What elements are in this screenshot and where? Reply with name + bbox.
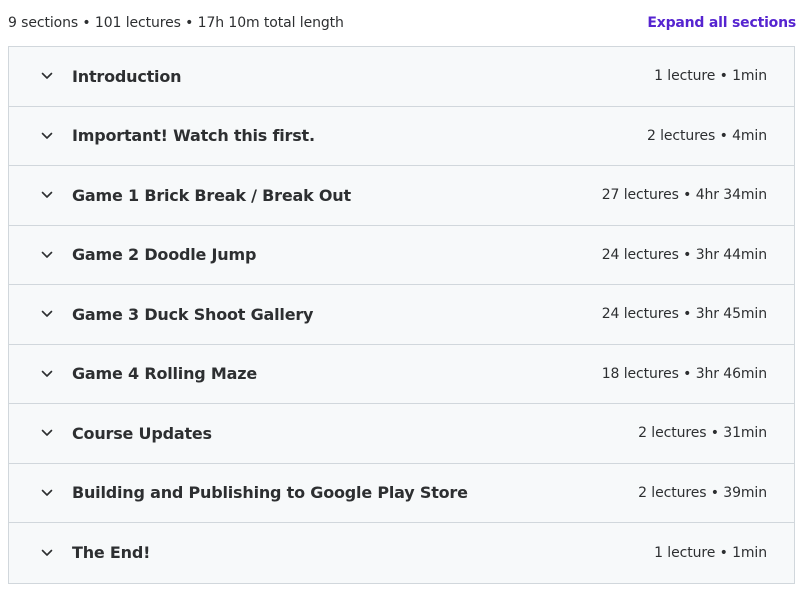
section-row[interactable]: Game 2 Doodle Jump 24 lectures • 3hr 44m…	[9, 225, 794, 285]
section-title: Building and Publishing to Google Play S…	[72, 483, 468, 503]
section-row[interactable]: Important! Watch this first. 2 lectures …	[9, 106, 794, 166]
course-summary: 9 sections • 101 lectures • 17h 10m tota…	[8, 15, 344, 31]
expand-all-sections-button[interactable]: Expand all sections	[647, 15, 796, 31]
section-title: Introduction	[72, 66, 182, 86]
section-title: The End!	[72, 543, 151, 563]
section-row[interactable]: Game 1 Brick Break / Break Out 27 lectur…	[9, 166, 794, 226]
chevron-down-icon	[39, 247, 55, 263]
section-meta: 24 lectures • 3hr 44min	[601, 246, 767, 263]
section-meta: 18 lectures • 3hr 46min	[601, 365, 767, 382]
chevron-down-icon	[39, 366, 55, 382]
section-meta: 24 lectures • 3hr 45min	[601, 306, 767, 323]
section-meta: 27 lectures • 4hr 34min	[601, 187, 767, 204]
chevron-down-icon	[39, 485, 55, 501]
chevron-down-icon	[39, 68, 55, 84]
section-row[interactable]: Game 4 Rolling Maze 18 lectures • 3hr 46…	[9, 344, 794, 404]
chevron-down-icon	[39, 128, 55, 144]
curriculum-sections: Introduction 1 lecture • 1min Important!…	[8, 46, 795, 584]
section-title: Game 4 Rolling Maze	[72, 364, 257, 384]
section-row[interactable]: Building and Publishing to Google Play S…	[9, 463, 794, 523]
curriculum-header: 9 sections • 101 lectures • 17h 10m tota…	[8, 0, 796, 46]
section-title: Game 1 Brick Break / Break Out	[72, 185, 351, 205]
section-row[interactable]: Introduction 1 lecture • 1min	[9, 47, 794, 107]
section-title: Game 2 Doodle Jump	[72, 245, 257, 265]
section-title: Course Updates	[72, 423, 212, 443]
section-meta: 2 lectures • 4min	[646, 127, 767, 144]
chevron-down-icon	[39, 545, 55, 561]
chevron-down-icon	[39, 187, 55, 203]
section-title: Game 3 Duck Shoot Gallery	[72, 304, 314, 324]
section-row[interactable]: The End! 1 lecture • 1min	[9, 523, 794, 583]
section-row[interactable]: Course Updates 2 lectures • 31min	[9, 404, 794, 464]
section-meta: 2 lectures • 39min	[638, 484, 767, 501]
chevron-down-icon	[39, 425, 55, 441]
section-meta: 1 lecture • 1min	[654, 68, 767, 85]
section-meta: 2 lectures • 31min	[638, 425, 767, 442]
section-title: Important! Watch this first.	[72, 126, 315, 146]
chevron-down-icon	[39, 306, 55, 322]
section-row[interactable]: Game 3 Duck Shoot Gallery 24 lectures • …	[9, 285, 794, 345]
section-meta: 1 lecture • 1min	[654, 544, 767, 561]
